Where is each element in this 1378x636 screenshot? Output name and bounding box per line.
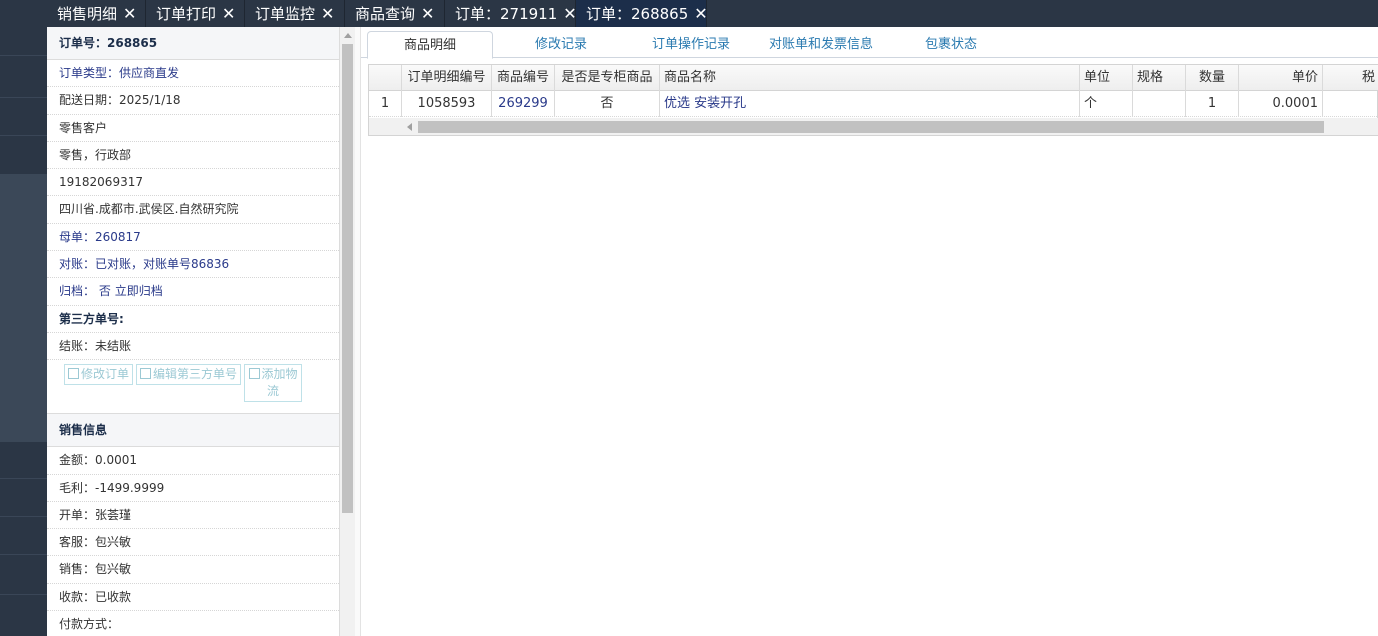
tax-value: [1323, 91, 1378, 117]
product-id-link[interactable]: 269299: [492, 91, 555, 117]
col-tax[interactable]: 税: [1323, 65, 1378, 91]
parent-order-link[interactable]: 母单：260817: [47, 224, 339, 252]
tab-label: 订单：271911: [455, 5, 558, 23]
scrollbar-thumb[interactable]: [342, 44, 353, 513]
scroll-up-icon[interactable]: [344, 33, 352, 38]
add-logistics-button[interactable]: 添加物流: [244, 364, 303, 403]
left-nav-active-item[interactable]: [0, 174, 47, 442]
sales-amount: 金额：0.0001: [47, 447, 339, 475]
col-quantity[interactable]: 数量: [1186, 65, 1239, 91]
gross-profit: 毛利：-1499.9999: [47, 475, 339, 502]
edit-icon: [248, 368, 260, 380]
reconcile-status[interactable]: 对账：已对账，对账单号86836: [47, 251, 339, 279]
detail-tab-bar: 商品明细 修改记录 订单操作记录 对账单和发票信息 包裹状态: [361, 27, 1378, 59]
tab-product-detail[interactable]: 商品明细: [367, 31, 493, 59]
edit-order-button[interactable]: 修改订单: [64, 364, 134, 386]
customer-department: 零售，行政部: [47, 142, 339, 170]
customer-name: 零售客户: [47, 115, 339, 142]
archive-now-link[interactable]: 立即归档: [115, 284, 163, 298]
close-icon[interactable]: ✕: [222, 4, 235, 23]
tab-operation-log[interactable]: 订单操作记录: [631, 31, 751, 58]
tab-label: 商品查询: [355, 5, 416, 23]
top-tab-bar: 销售明细 ✕ 订单打印 ✕ 订单监控 ✕ 商品查询 ✕ 订单：271911 ✕ …: [47, 0, 1378, 27]
third-party-order-no: 第三方单号:: [47, 306, 339, 333]
order-action-bar: 修改订单 编辑第三方单号 添加物流: [47, 360, 339, 415]
button-label: 编辑第三方单号: [153, 367, 238, 382]
archive-label: 归档：: [59, 284, 96, 299]
table-horizontal-scrollbar[interactable]: [369, 118, 1378, 135]
tab-sales-detail[interactable]: 销售明细 ✕: [47, 0, 146, 27]
col-index: [369, 65, 402, 91]
tab-order-268865[interactable]: 订单：268865 ✕: [576, 0, 708, 27]
tab-package-status[interactable]: 包裹状态: [906, 31, 996, 58]
close-icon[interactable]: ✕: [563, 4, 576, 23]
tab-product-query[interactable]: 商品查询 ✕: [345, 0, 445, 27]
scrollbar-thumb[interactable]: [418, 121, 1324, 133]
col-product-name[interactable]: 商品名称: [660, 65, 1080, 91]
customer-address: 四川省.成都市.武侯区.自然研究院: [47, 196, 339, 224]
delivery-date: 配送日期：2025/1/18: [47, 87, 339, 115]
salesperson: 销售：包兴敏: [47, 556, 339, 584]
edit-icon: [68, 368, 79, 380]
left-nav-rail: [0, 0, 47, 636]
edit-third-party-button[interactable]: 编辑第三方单号: [136, 364, 242, 386]
tab-modify-log[interactable]: 修改记录: [511, 31, 611, 58]
order-type-label: 订单类型：: [59, 66, 120, 80]
product-detail-table: 订单明细编号 商品编号 是否是专柜商品 商品名称 单位 规格 数量 单价 税 1…: [368, 64, 1378, 136]
customer-phone: 19182069317: [47, 169, 339, 197]
button-label: 添加物流: [261, 367, 298, 399]
col-unit[interactable]: 单位: [1080, 65, 1133, 91]
tab-reconcile-invoice[interactable]: 对账单和发票信息: [756, 31, 886, 58]
tab-order-monitor[interactable]: 订单监控 ✕: [245, 0, 345, 27]
sales-info-title: 销售信息: [47, 414, 339, 448]
unit-value: 个: [1080, 91, 1133, 117]
close-icon[interactable]: ✕: [694, 4, 707, 23]
detail-id: 1058593: [402, 91, 492, 117]
col-unit-price[interactable]: 单价: [1239, 65, 1323, 91]
edit-icon: [140, 368, 152, 380]
close-icon[interactable]: ✕: [321, 4, 334, 23]
scroll-left-icon[interactable]: [407, 123, 412, 131]
tab-order-print[interactable]: 订单打印 ✕: [146, 0, 245, 27]
order-number: 订单号：268865: [47, 27, 339, 60]
product-name-link[interactable]: 优选 安装开孔: [660, 91, 1080, 117]
order-info-panel: 订单号：268865 订单类型：供应商直发 配送日期：2025/1/18 零售客…: [47, 27, 340, 636]
customer-service: 客服：包兴敏: [47, 529, 339, 557]
is-counter-value: 否: [555, 91, 660, 117]
table-header: 订单明细编号 商品编号 是否是专柜商品 商品名称 单位 规格 数量 单价 税: [369, 65, 1378, 91]
order-type: 订单类型：供应商直发: [47, 60, 339, 88]
settlement-status: 结账：未结账: [47, 333, 339, 361]
close-icon[interactable]: ✕: [123, 4, 136, 23]
unit-price-value: 0.0001: [1239, 91, 1323, 117]
order-detail-content: 商品明细 修改记录 订单操作记录 对账单和发票信息 包裹状态 订单明细编号 商品…: [361, 27, 1378, 636]
archive-status: 归档： 否 立即归档: [47, 278, 339, 306]
collection-status: 收款：已收款: [47, 584, 339, 612]
col-detail-id[interactable]: 订单明细编号: [402, 65, 492, 91]
tab-label: 订单打印: [156, 5, 217, 23]
spec-value: [1133, 91, 1186, 117]
col-product-id[interactable]: 商品编号: [492, 65, 555, 91]
close-icon[interactable]: ✕: [421, 4, 434, 23]
tab-order-271911[interactable]: 订单：271911 ✕: [445, 0, 577, 27]
tab-label: 订单：268865: [586, 5, 689, 23]
row-index: 1: [369, 91, 402, 117]
left-panel-scrollbar[interactable]: [340, 27, 355, 636]
button-label: 修改订单: [81, 367, 130, 382]
tab-label: 销售明细: [57, 5, 118, 23]
col-spec[interactable]: 规格: [1133, 65, 1186, 91]
table-row[interactable]: 1 1058593 269299 否 优选 安装开孔 个 1 0.0001: [369, 91, 1378, 117]
col-is-counter[interactable]: 是否是专柜商品: [555, 65, 660, 91]
order-type-value: 供应商直发: [119, 66, 180, 80]
quantity-value: 1: [1186, 91, 1239, 117]
tab-label: 订单监控: [255, 5, 316, 23]
order-issuer: 开单：张荟瑾: [47, 502, 339, 530]
payment-method: 付款方式：: [47, 611, 339, 636]
archive-value: 否: [98, 284, 111, 299]
